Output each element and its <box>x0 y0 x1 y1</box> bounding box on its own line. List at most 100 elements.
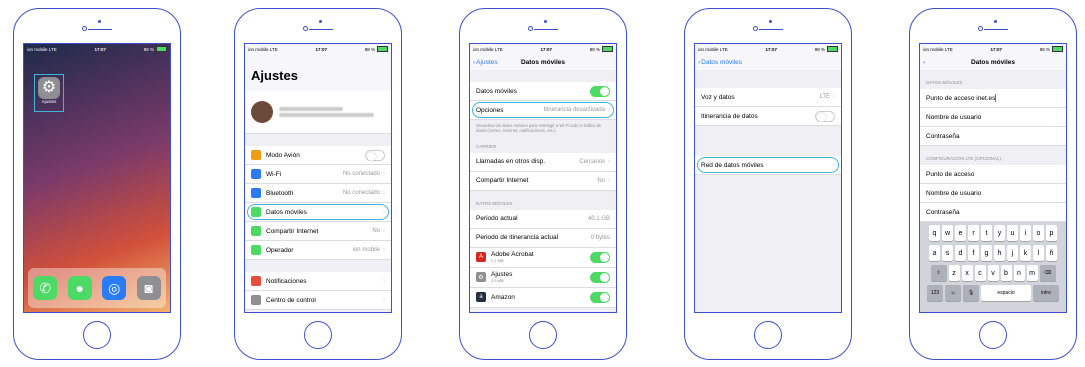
profile-row[interactable] <box>245 91 391 134</box>
key[interactable]: u <box>1007 225 1018 241</box>
delete-key[interactable]: ⌫ <box>1039 265 1056 281</box>
current-period-row: Periodo actual 40,1 GB <box>470 209 616 229</box>
settings-item[interactable]: Compartir Internet No › <box>245 222 391 241</box>
chevron-right-icon: › <box>383 247 385 253</box>
key[interactable]: f <box>968 245 979 261</box>
mic-key[interactable]: 🎙 <box>963 285 979 301</box>
battery-icon <box>826 46 838 52</box>
key[interactable]: r <box>968 225 979 241</box>
chevron-right-icon: › <box>383 171 385 177</box>
camera-app-icon[interactable]: ◙ <box>136 276 161 300</box>
key[interactable]: v <box>987 265 999 281</box>
hotspot-row[interactable]: Compartir Internet No › <box>470 171 616 191</box>
avatar <box>251 101 273 123</box>
chevron-right-icon: › <box>608 177 610 184</box>
calls-other-devices-row[interactable]: Llamadas en otros disp. Cercanos › <box>470 152 616 172</box>
key[interactable]: y <box>994 225 1005 241</box>
apn-field[interactable]: Punto de acceso inet.es <box>920 89 1066 108</box>
back-button[interactable]: ‹ Datos móviles <box>698 59 742 66</box>
battery-icon <box>376 46 388 52</box>
chevron-right-icon: › <box>383 278 385 284</box>
settings-item[interactable]: Centro de control › <box>245 291 391 310</box>
roaming-period-row: Periodo de itinerancia actual 0 bytes <box>470 228 616 248</box>
settings-screen: ion mobile LTE 17:07 88 % Ajustes Modo A… <box>244 43 392 313</box>
key[interactable]: c <box>974 265 986 281</box>
settings-item[interactable]: Wi-Fi No conectado › <box>245 165 391 184</box>
key[interactable]: n <box>1013 265 1025 281</box>
phone-1: ion mobile LTE 17:07 88 % ⚙ Ajustes ✆ ● … <box>13 8 181 360</box>
app-row-ajustes: ⚙ Ajustes 2,5 MB <box>470 267 616 288</box>
phone-3: ion mobile LTE 17:07 88 % ‹ Ajustes Datos… <box>459 8 627 360</box>
settings-app-icon[interactable]: ⚙ Ajustes <box>34 74 64 112</box>
key[interactable]: h <box>994 245 1005 261</box>
key[interactable]: x <box>961 265 973 281</box>
lte-username-field[interactable]: Nombre de usuario <box>920 184 1066 203</box>
space-key[interactable]: espacio <box>981 285 1031 301</box>
mobile-data-toggle[interactable] <box>590 85 610 97</box>
key[interactable]: e <box>955 225 966 241</box>
chevron-right-icon: › <box>383 228 385 234</box>
key[interactable]: b <box>1000 265 1012 281</box>
airplane-toggle[interactable] <box>365 149 385 161</box>
settings-item[interactable]: Modo Avión <box>245 146 391 165</box>
lte-apn-field[interactable]: Punto de acceso <box>920 165 1066 184</box>
settings-item[interactable]: Datos móviles › <box>245 203 391 222</box>
username-field[interactable]: Nombre de usuario <box>920 108 1066 127</box>
key[interactable]: j <box>1007 245 1018 261</box>
shift-key[interactable]: ⇧ <box>930 265 947 281</box>
settings-item[interactable]: Notificaciones › <box>245 272 391 291</box>
home-button[interactable] <box>979 321 1007 349</box>
app-toggle[interactable] <box>590 271 610 283</box>
gear-icon: ⚙ <box>476 272 486 283</box>
key[interactable]: s <box>942 245 953 261</box>
key[interactable]: o <box>1033 225 1044 241</box>
home-button[interactable] <box>754 321 782 349</box>
key[interactable]: t <box>981 225 992 241</box>
settings-item[interactable]: Operador ion mobile › <box>245 241 391 260</box>
password-field[interactable]: Contraseña <box>920 127 1066 146</box>
options-row[interactable]: Opciones Itinerancia desactivada › <box>470 101 616 120</box>
key[interactable]: q <box>929 225 940 241</box>
setting-icon <box>251 245 261 255</box>
chevron-right-icon: › <box>383 190 385 196</box>
key[interactable]: z <box>948 265 960 281</box>
emoji-key[interactable]: ☺ <box>945 285 961 301</box>
home-button[interactable] <box>529 321 557 349</box>
key[interactable]: w <box>942 225 953 241</box>
messages-app-icon[interactable]: ● <box>67 276 92 300</box>
home-screen: ion mobile LTE 17:07 88 % ⚙ Ajustes ✆ ● … <box>23 43 171 313</box>
phone-app-icon[interactable]: ✆ <box>33 276 58 300</box>
safari-app-icon[interactable]: ◎ <box>102 276 127 300</box>
battery-icon <box>1051 46 1063 52</box>
settings-item[interactable]: Bluetooth No conectado › <box>245 184 391 203</box>
status-bar: ion mobile LTE 17:07 88 % <box>24 44 170 54</box>
home-button[interactable] <box>304 321 332 349</box>
back-button[interactable]: ‹ <box>923 59 925 66</box>
key[interactable]: d <box>955 245 966 261</box>
app-toggle[interactable] <box>590 251 610 263</box>
keyboard: qwertyuiop asdfghjklñ ⇧ z x c v b n m ⌫ 123 ☺ 🎙 … <box>920 222 1066 312</box>
key[interactable]: m <box>1026 265 1038 281</box>
setting-icon <box>251 276 261 286</box>
app-row-acrobat: A Adobe Acrobat 2,1 MB <box>470 247 616 268</box>
app-toggle[interactable] <box>590 291 610 303</box>
lte-password-field[interactable]: Contraseña <box>920 203 1066 222</box>
speaker <box>753 20 783 34</box>
key[interactable]: g <box>981 245 992 261</box>
key[interactable]: i <box>1020 225 1031 241</box>
back-button[interactable]: ‹ Ajustes <box>473 59 498 66</box>
mobile-data-network-row[interactable]: Red de datos móviles › <box>695 156 841 175</box>
enter-key[interactable]: intro <box>1033 285 1059 301</box>
nav-bar: ‹ Datos móviles <box>695 54 841 70</box>
data-roaming-toggle[interactable] <box>815 110 835 122</box>
home-button[interactable] <box>83 321 111 349</box>
key[interactable]: k <box>1020 245 1031 261</box>
numbers-key[interactable]: 123 <box>927 285 943 301</box>
mobile-data-row: Datos móviles <box>470 82 616 101</box>
voice-data-row[interactable]: Voz y datos LTE › <box>695 88 841 107</box>
key[interactable]: l <box>1033 245 1044 261</box>
key[interactable]: ñ <box>1046 245 1057 261</box>
key[interactable]: p <box>1046 225 1057 241</box>
key[interactable]: a <box>929 245 940 261</box>
status-bar: ion mobile LTE 17:07 88 % <box>245 44 391 54</box>
